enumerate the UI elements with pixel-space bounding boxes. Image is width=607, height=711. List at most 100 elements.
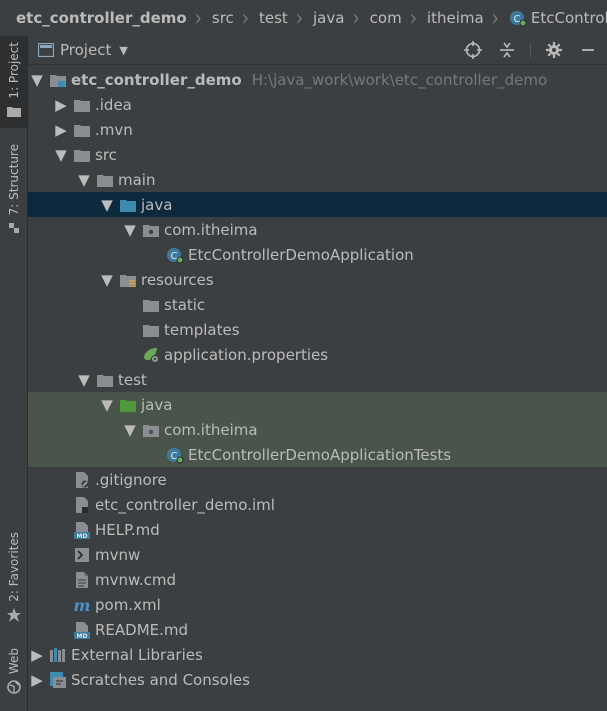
folder-icon bbox=[72, 146, 92, 164]
tree-item-label: EtcControllerDemoApplicationTests bbox=[188, 445, 452, 464]
tree-item-readme-md[interactable]: MD README.md bbox=[28, 617, 607, 642]
tree-item-test[interactable]: ▼ test bbox=[28, 367, 607, 392]
collapse-all-button[interactable] bbox=[496, 39, 518, 61]
breadcrumb-itheima[interactable]: itheima bbox=[417, 9, 484, 27]
tree-item-label: resources bbox=[141, 270, 214, 289]
tree-item-templates[interactable]: templates bbox=[28, 317, 607, 342]
breadcrumb-src[interactable]: src bbox=[202, 9, 234, 27]
test-source-folder-icon bbox=[118, 396, 138, 414]
breadcrumb-project[interactable]: etc_controller_demo bbox=[0, 9, 187, 27]
module-file-icon bbox=[72, 496, 92, 514]
tree-item-scratches[interactable]: ▶ Scratches and Consoles bbox=[28, 667, 607, 692]
tree-item-mvnw[interactable]: mvnw bbox=[28, 542, 607, 567]
settings-button[interactable] bbox=[543, 39, 565, 61]
package-icon bbox=[141, 421, 161, 439]
expanded-arrow-icon: ▼ bbox=[101, 395, 113, 414]
tree-item-label: main bbox=[118, 170, 156, 189]
tree-item-label: mvnw bbox=[95, 545, 141, 564]
tree-item-label: pom.xml bbox=[95, 595, 161, 614]
breadcrumb-class[interactable]: C EtcControllerDem bbox=[499, 9, 607, 27]
tree-item-application-properties[interactable]: application.properties bbox=[28, 342, 607, 367]
tree-item-idea[interactable]: ▶ .idea bbox=[28, 92, 607, 117]
tree-item-project-root[interactable]: ▼ etc_controller_demo H:\java_work\work\… bbox=[28, 67, 607, 92]
tree-item-main[interactable]: ▼ main bbox=[28, 167, 607, 192]
tree-item-iml[interactable]: etc_controller_demo.iml bbox=[28, 492, 607, 517]
panel-toolbar bbox=[450, 36, 599, 64]
breadcrumb-class-label: EtcControllerDem bbox=[530, 9, 607, 27]
tree-item-test-java[interactable]: ▼ java bbox=[28, 392, 607, 417]
tree-item-label: test bbox=[118, 370, 147, 389]
navigation-breadcrumb: etc_controller_demo › src › test › java … bbox=[0, 0, 607, 37]
tree-item-label: Scratches and Consoles bbox=[71, 670, 250, 689]
tree-item-resources[interactable]: ▼ resources bbox=[28, 267, 607, 292]
resources-folder-icon bbox=[118, 271, 138, 289]
chevron-right-icon: › bbox=[409, 4, 417, 32]
markdown-file-icon: MD bbox=[72, 621, 92, 639]
tree-item-label: etc_controller_demo.iml bbox=[95, 495, 275, 514]
breadcrumb-test[interactable]: test bbox=[249, 9, 288, 27]
folder-icon bbox=[141, 321, 161, 339]
tree-item-label: etc_controller_demo bbox=[71, 70, 242, 89]
tree-item-application-class[interactable]: C EtcControllerDemoApplication bbox=[28, 242, 607, 267]
package-icon bbox=[141, 221, 161, 239]
tree-item-gitignore[interactable]: .gitignore bbox=[28, 467, 607, 492]
folder-icon bbox=[141, 296, 161, 314]
project-tool-button[interactable]: 1: Project bbox=[0, 36, 27, 128]
folder-icon bbox=[6, 106, 21, 117]
favorites-tool-label: 2: Favorites bbox=[6, 532, 21, 602]
tree-item-test-class[interactable]: C EtcControllerDemoApplicationTests bbox=[28, 442, 607, 467]
spring-class-icon: C bbox=[165, 246, 185, 264]
tree-item-src[interactable]: ▼ src bbox=[28, 142, 607, 167]
spring-class-icon: C bbox=[509, 11, 527, 27]
hide-button[interactable] bbox=[577, 39, 599, 61]
tree-item-label: static bbox=[164, 295, 206, 314]
dropdown-arrow-icon: ▼ bbox=[119, 43, 128, 57]
breadcrumb-com[interactable]: com bbox=[360, 9, 402, 27]
tree-item-label: HELP.md bbox=[95, 520, 160, 539]
tree-item-mvnw-cmd[interactable]: mvnw.cmd bbox=[28, 567, 607, 592]
collapsed-arrow-icon: ▶ bbox=[31, 645, 43, 664]
web-tool-button[interactable]: Web bbox=[0, 648, 27, 708]
favorites-tool-button[interactable]: 2: Favorites bbox=[0, 532, 27, 632]
tree-item-label: EtcControllerDemoApplication bbox=[188, 245, 414, 264]
globe-icon bbox=[6, 680, 21, 694]
collapsed-arrow-icon: ▶ bbox=[31, 670, 43, 689]
spring-class-icon: C bbox=[165, 446, 185, 464]
breadcrumb-java[interactable]: java bbox=[303, 9, 344, 27]
libraries-icon bbox=[48, 646, 68, 664]
project-window-icon bbox=[38, 43, 54, 57]
structure-tool-label: 7: Structure bbox=[6, 144, 21, 216]
tree-item-mvn[interactable]: ▶ .mvn bbox=[28, 117, 607, 142]
gear-icon bbox=[546, 42, 562, 58]
folder-icon bbox=[95, 371, 115, 389]
project-view-selector[interactable]: Project ▼ bbox=[38, 41, 128, 59]
project-path: H:\java_work\work\etc_controller_demo bbox=[251, 70, 548, 89]
tree-item-static[interactable]: static bbox=[28, 292, 607, 317]
web-tool-label: Web bbox=[6, 648, 21, 675]
tree-item-label: application.properties bbox=[164, 345, 329, 364]
expanded-arrow-icon: ▼ bbox=[78, 170, 90, 189]
tree-item-external-libraries[interactable]: ▶ External Libraries bbox=[28, 642, 607, 667]
expanded-arrow-icon: ▼ bbox=[124, 220, 136, 239]
locate-button[interactable] bbox=[462, 39, 484, 61]
tree-item-main-java[interactable]: ▼ java bbox=[28, 192, 607, 217]
folder-icon bbox=[72, 121, 92, 139]
tree-item-help-md[interactable]: MD HELP.md bbox=[28, 517, 607, 542]
tree-item-pom[interactable]: m pom.xml bbox=[28, 592, 607, 617]
tree-item-label: src bbox=[95, 145, 117, 164]
chevron-right-icon: › bbox=[295, 4, 304, 32]
project-view-title: Project bbox=[60, 41, 112, 59]
tree-item-label: com.itheima bbox=[164, 420, 258, 439]
chevron-right-icon: › bbox=[241, 4, 249, 32]
structure-icon bbox=[8, 223, 19, 234]
expanded-arrow-icon: ▼ bbox=[31, 70, 43, 89]
folder-icon bbox=[95, 171, 115, 189]
svg-text:C: C bbox=[513, 14, 520, 25]
tree-item-test-package[interactable]: ▼ com.itheima bbox=[28, 417, 607, 442]
markdown-file-icon: MD bbox=[72, 521, 92, 539]
collapsed-arrow-icon: ▶ bbox=[55, 95, 67, 114]
tree-item-package[interactable]: ▼ com.itheima bbox=[28, 217, 607, 242]
structure-tool-button[interactable]: 7: Structure bbox=[0, 144, 27, 244]
tree-item-label: templates bbox=[164, 320, 240, 339]
toolbar-divider bbox=[530, 42, 531, 58]
